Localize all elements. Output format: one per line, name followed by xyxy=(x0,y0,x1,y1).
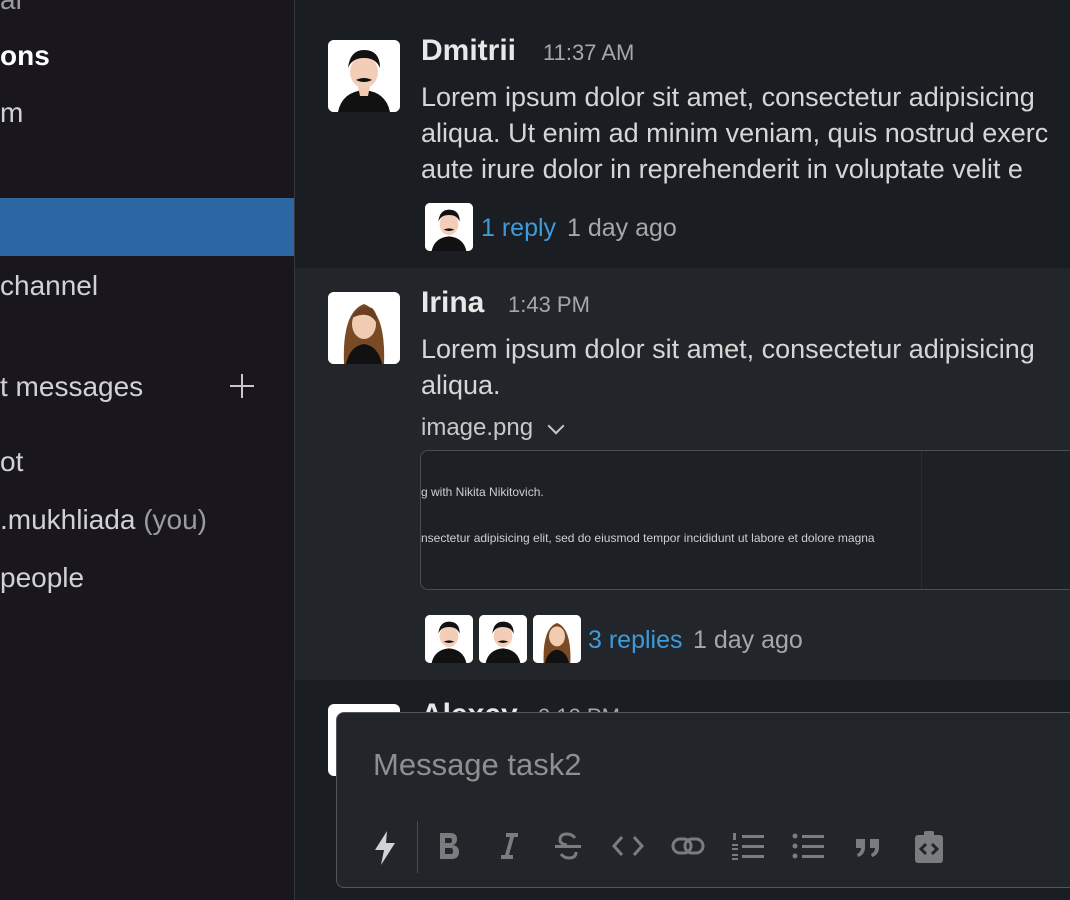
ordered-list-icon[interactable] xyxy=(731,831,765,863)
avatar[interactable] xyxy=(328,292,400,364)
strikethrough-icon[interactable] xyxy=(553,831,583,863)
message-text-line: aliqua. Ut enim ad minim veniam, quis no… xyxy=(421,118,1049,148)
sidebar-item-dm-self[interactable]: .mukhliada (you) xyxy=(0,504,294,544)
preview-text-line: nsectetur adipisicing elit, sed do eiusm… xyxy=(421,531,875,545)
reply-count-link[interactable]: 1 reply xyxy=(481,214,556,243)
sidebar-item-mentions[interactable]: ons xyxy=(0,40,294,80)
reply-time: 1 day ago xyxy=(567,214,677,242)
you-label: (you) xyxy=(143,504,207,535)
thread-summary[interactable]: 3 replies 1 day ago xyxy=(425,615,845,665)
bold-icon[interactable] xyxy=(437,831,461,863)
file-name[interactable]: image.png xyxy=(421,414,533,442)
chevron-down-icon[interactable] xyxy=(547,417,565,435)
code-block-icon[interactable] xyxy=(913,831,945,863)
preview-divider xyxy=(921,451,922,589)
sidebar-item-label: .mukhliada xyxy=(0,504,136,535)
quote-icon[interactable] xyxy=(853,831,883,863)
image-attachment-preview[interactable]: g with Nikita Nikitovich. nsectetur adip… xyxy=(420,450,1070,590)
code-icon[interactable] xyxy=(611,831,645,863)
reply-count-link[interactable]: 3 replies xyxy=(588,626,683,655)
message[interactable]: Dmitrii 11:37 AM Lorem ipsum dolor sit a… xyxy=(295,0,1070,268)
message-text-line: Lorem ipsum dolor sit amet, consectetur … xyxy=(421,334,1035,364)
message-author[interactable]: Irina xyxy=(421,286,484,320)
toolbar-separator xyxy=(417,821,418,873)
lightning-icon[interactable] xyxy=(373,831,397,865)
link-icon[interactable] xyxy=(671,831,705,863)
sidebar-item-label: ons xyxy=(0,40,50,71)
sidebar: al ons m channel t messages ot .mukhliad… xyxy=(0,0,295,900)
sidebar-section-label: t messages xyxy=(0,371,144,402)
sidebar-item-add-channel[interactable]: channel xyxy=(0,270,294,310)
bulleted-list-icon[interactable] xyxy=(791,831,825,863)
plus-icon[interactable] xyxy=(228,372,256,400)
message-text-line: aliqua. xyxy=(421,370,501,400)
sidebar-item-label: al xyxy=(0,0,22,16)
sidebar-item-label-wrap: .mukhliada (you) xyxy=(0,504,207,536)
sidebar-item-add-people[interactable]: people xyxy=(0,562,294,602)
message-input-placeholder[interactable]: Message task2 xyxy=(373,747,582,783)
sidebar-item-channel[interactable]: m xyxy=(0,97,294,137)
sidebar-item-label: channel xyxy=(0,270,99,301)
message-author[interactable]: Dmitrii xyxy=(421,34,516,68)
sidebar-item-label: ot xyxy=(0,446,24,477)
sidebar-item-channel[interactable]: al xyxy=(0,0,294,24)
avatar xyxy=(479,615,527,663)
avatar xyxy=(425,203,473,251)
message-composer[interactable]: Message task2 xyxy=(336,712,1070,888)
sidebar-item-label: people xyxy=(0,562,85,593)
message-timestamp[interactable]: 11:37 AM xyxy=(543,40,634,66)
message-text-line: aute irure dolor in reprehenderit in vol… xyxy=(421,154,1023,184)
avatar xyxy=(533,615,581,663)
sidebar-item-active-channel[interactable] xyxy=(0,198,294,256)
thread-summary[interactable]: 1 reply 1 day ago xyxy=(425,203,725,253)
message-text-line: Lorem ipsum dolor sit amet, consectetur … xyxy=(421,82,1035,112)
avatar xyxy=(425,615,473,663)
italic-icon[interactable] xyxy=(497,831,521,863)
preview-text-line: g with Nikita Nikitovich. xyxy=(421,485,544,499)
sidebar-item-label: m xyxy=(0,97,24,128)
message-timestamp[interactable]: 1:43 PM xyxy=(508,292,590,318)
reply-time: 1 day ago xyxy=(693,626,803,654)
avatar[interactable] xyxy=(328,40,400,112)
sidebar-item-dm-bot[interactable]: ot xyxy=(0,446,294,486)
